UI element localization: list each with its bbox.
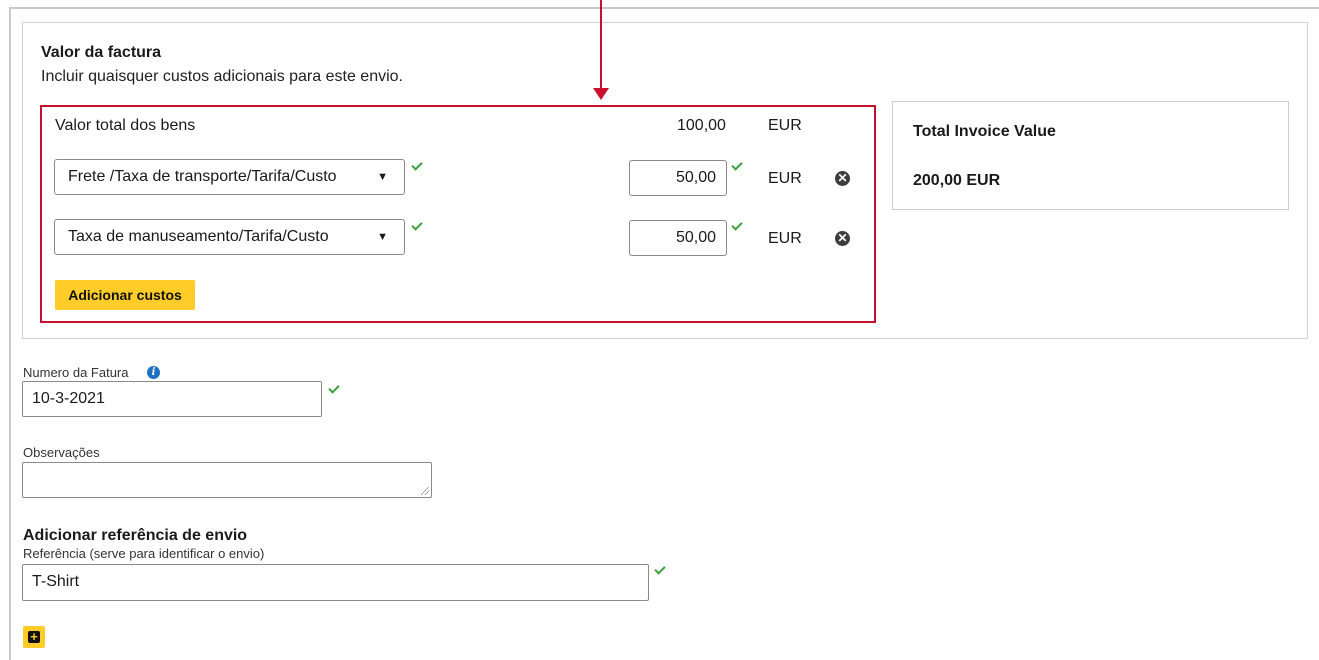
invoice-number-input[interactable]: 10-3-2021 <box>22 381 322 417</box>
page-left-border <box>9 7 11 660</box>
invoice-value-subtitle: Incluir quaisquer custos adicionais para… <box>41 68 403 85</box>
cost-type-select-2[interactable]: Taxa de manuseamento/Tarifa/Custo ▼ <box>54 219 405 255</box>
cost-type-value-1: Frete /Taxa de transporte/Tarifa/Custo <box>68 168 337 185</box>
remove-cost-icon-1[interactable]: ✕ <box>835 171 850 186</box>
cost-amount-input-2[interactable]: 50,00 <box>629 220 727 256</box>
resize-handle-icon[interactable] <box>421 487 429 495</box>
check-icon <box>328 382 340 394</box>
annotation-arrow-head <box>593 88 609 100</box>
annotation-arrow-shaft <box>600 0 602 88</box>
plus-icon: + <box>28 630 40 643</box>
cost-type-value-2: Taxa de manuseamento/Tarifa/Custo <box>68 228 329 245</box>
goods-total-value: 100,00 <box>677 117 726 134</box>
goods-currency: EUR <box>768 117 802 134</box>
info-icon[interactable]: i <box>147 366 160 379</box>
observations-textarea[interactable] <box>22 462 432 498</box>
cost-currency-2: EUR <box>768 230 802 247</box>
invoice-value-title: Valor da factura <box>41 44 162 61</box>
page-top-border <box>9 7 1319 9</box>
add-costs-button[interactable]: Adicionar custos <box>55 280 195 310</box>
goods-total-label: Valor total dos bens <box>55 117 196 134</box>
check-icon <box>654 563 666 575</box>
total-invoice-title: Total Invoice Value <box>913 123 1056 140</box>
total-invoice-summary <box>892 101 1289 210</box>
cost-type-select-1[interactable]: Frete /Taxa de transporte/Tarifa/Custo ▼ <box>54 159 405 195</box>
cost-amount-input-1[interactable]: 50,00 <box>629 160 727 196</box>
reference-section-title: Adicionar referência de envio <box>23 527 248 544</box>
chevron-down-icon: ▼ <box>377 171 388 183</box>
chevron-down-icon: ▼ <box>377 231 388 243</box>
invoice-number-label: Numero da Fatura <box>23 365 129 380</box>
cost-currency-1: EUR <box>768 170 802 187</box>
reference-input[interactable]: T-Shirt <box>22 564 649 601</box>
remove-cost-icon-2[interactable]: ✕ <box>835 231 850 246</box>
observations-label: Observações <box>23 445 100 460</box>
total-invoice-value: 200,00 EUR <box>913 172 1001 189</box>
reference-label: Referência (serve para identificar o env… <box>23 546 265 561</box>
add-reference-button[interactable]: + <box>23 626 45 648</box>
